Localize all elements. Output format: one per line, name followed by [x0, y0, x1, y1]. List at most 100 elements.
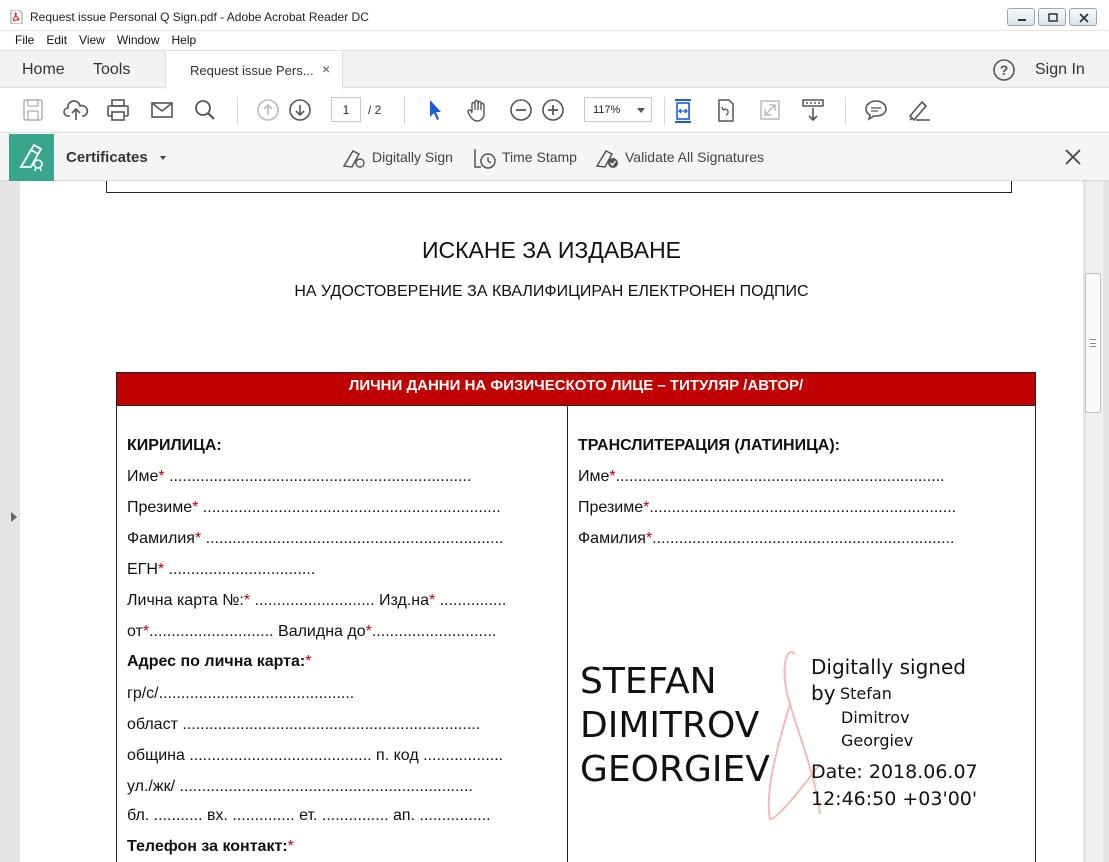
tab-tools[interactable]: Tools	[93, 61, 130, 79]
latin-heading: ТРАНСЛИТЕРАЦИЯ (ЛАТИНИЦА):	[578, 437, 840, 454]
menu-edit[interactable]: Edit	[40, 31, 73, 50]
table-rule	[117, 405, 1035, 406]
page-up-icon[interactable]	[256, 98, 280, 122]
full-screen-icon[interactable]	[758, 98, 782, 122]
time-stamp-icon[interactable]	[472, 146, 498, 170]
field-surname-cyr: Фамилия* ...............................…	[127, 530, 504, 547]
field-name-cyr: Име* ...................................…	[127, 468, 472, 485]
close-icon[interactable]	[1063, 147, 1083, 167]
field-id-card: Лична карта №:* ........................…	[127, 592, 507, 609]
signer-name-line2: DIMITROV	[580, 705, 760, 746]
toolbar-separator	[845, 97, 846, 125]
signed-by-label: by	[811, 681, 836, 705]
previous-table-border: · · · | · · ·	[106, 181, 1012, 193]
certificates-toolbar: Certificates Digitally Sign Time Stamp V…	[0, 134, 1109, 181]
field-region: област .................................…	[127, 716, 481, 733]
zoom-in-icon[interactable]	[541, 98, 565, 122]
signer-name-line3: GEORGIEV	[580, 749, 770, 790]
hand-icon[interactable]	[465, 98, 491, 124]
signature-date: Date: 2018.06.07	[811, 761, 978, 783]
menu-view[interactable]: View	[73, 31, 111, 50]
window-controls	[1007, 8, 1097, 26]
document-subtitle: НА УДОСТОВЕРЕНИЕ ЗА КВАЛИФИЦИРАН ЕЛЕКТРО…	[294, 283, 809, 300]
column-divider	[567, 405, 568, 862]
cyrillic-heading: КИРИЛИЦА:	[127, 437, 222, 454]
scroll-grip-icon	[1090, 339, 1096, 347]
toolbar-separator	[237, 97, 238, 125]
document-workspace: · · · | · · · ИСКАНЕ ЗА ИЗДАВАНЕ НА УДОС…	[0, 181, 1109, 862]
tab-home[interactable]: Home	[22, 61, 65, 79]
highlight-pen-icon[interactable]	[906, 98, 932, 122]
expand-panel-arrow-icon[interactable]	[11, 512, 17, 522]
field-municipality: община .................................…	[127, 747, 504, 764]
upload-cloud-icon[interactable]	[63, 98, 89, 122]
time-stamp-button[interactable]: Time Stamp	[502, 149, 577, 165]
menu-window[interactable]: Window	[111, 31, 166, 50]
window-title-bar: Request issue Personal Q Sign.pdf - Adob…	[0, 0, 1109, 31]
search-icon[interactable]	[193, 98, 217, 122]
certificates-tool-badge	[9, 134, 54, 181]
field-issue-dates: от*............................ Валидна …	[127, 623, 497, 640]
certificates-menu[interactable]: Certificates	[66, 149, 148, 166]
help-icon[interactable]: ?	[993, 59, 1015, 81]
signature-time: 12:46:50 +03'00'	[811, 788, 978, 810]
main-toolbar	[0, 89, 1109, 133]
digitally-sign-button[interactable]: Digitally Sign	[372, 149, 453, 165]
signer-middle-name: Dimitrov	[841, 708, 910, 727]
document-tab-label: Request issue Pers...	[190, 63, 314, 78]
sign-in-link[interactable]: Sign In	[1035, 61, 1085, 79]
restore-icon	[1048, 13, 1058, 22]
fit-width-icon[interactable]	[672, 98, 694, 124]
menu-bar: File Edit View Window Help	[0, 31, 1109, 50]
close-window-button[interactable]	[1069, 8, 1097, 26]
field-block: бл. ........... вх. .............. ет. .…	[127, 807, 491, 824]
restore-button[interactable]	[1038, 8, 1066, 26]
tabs-bar: Home Tools Request issue Pers... × ? Sig…	[0, 50, 1109, 89]
page-total: / 2	[368, 103, 382, 117]
scroll-mode-icon[interactable]	[800, 98, 826, 124]
pdf-page: · · · | · · · ИСКАНЕ ЗА ИЗДАВАНЕ НА УДОС…	[20, 181, 1083, 862]
rotate-page-icon[interactable]	[715, 98, 737, 124]
close-tab-icon[interactable]: ×	[322, 61, 330, 77]
section-header: ЛИЧНИ ДАННИ НА ФИЗИЧЕСКОТО ЛИЦЕ – ТИТУЛЯ…	[117, 373, 1035, 405]
signed-label: Digitally signed	[811, 655, 966, 679]
address-heading: Адрес по лична карта:*	[127, 653, 312, 670]
tab-document[interactable]: Request issue Pers... ×	[165, 51, 343, 89]
digital-signature[interactable]: STEFAN DIMITROV GEORGIEV Digitally signe…	[580, 655, 980, 821]
field-middle-lat: Презиме*................................…	[578, 499, 957, 516]
zoom-value: 117%	[593, 104, 621, 116]
chevron-down-icon	[637, 108, 645, 113]
scrollbar-thumb[interactable]	[1085, 273, 1101, 413]
page-down-icon[interactable]	[288, 98, 312, 122]
email-icon[interactable]	[150, 98, 174, 122]
select-cursor-icon[interactable]	[425, 98, 445, 122]
comment-icon[interactable]	[864, 98, 888, 122]
page-number-input[interactable]: 1	[331, 97, 361, 122]
field-egn: ЕГН* .................................	[127, 561, 316, 578]
signer-name-line1: STEFAN	[580, 661, 717, 702]
minimize-button[interactable]	[1007, 8, 1035, 26]
minimize-icon	[1018, 19, 1026, 21]
svg-text:?: ?	[1000, 62, 1009, 78]
menu-help[interactable]: Help	[166, 31, 203, 50]
close-icon	[1079, 13, 1089, 23]
toolbar-separator	[404, 97, 405, 125]
acrobat-pdf-icon	[10, 10, 23, 24]
chevron-down-icon[interactable]	[160, 156, 166, 160]
signer-last-name: Georgiev	[841, 731, 914, 750]
validate-all-signatures-button[interactable]: Validate All Signatures	[625, 149, 764, 165]
certificate-pen-icon	[19, 143, 43, 172]
validate-signatures-icon[interactable]	[594, 146, 620, 170]
digital-sign-pen-icon[interactable]	[341, 146, 367, 170]
field-street: ул./жк/ ................................…	[127, 778, 473, 795]
window-title: Request issue Personal Q Sign.pdf - Adob…	[30, 10, 369, 24]
menu-file[interactable]: File	[9, 31, 40, 50]
document-title: ИСКАНЕ ЗА ИЗДАВАНЕ	[421, 237, 682, 263]
field-city: гр/с/...................................…	[127, 685, 355, 702]
save-icon[interactable]	[22, 98, 44, 122]
toolbar-separator	[664, 97, 665, 125]
zoom-out-icon[interactable]	[509, 98, 533, 122]
print-icon[interactable]	[106, 98, 130, 122]
zoom-select[interactable]: 117%	[584, 97, 652, 122]
field-name-lat: Име*....................................…	[578, 468, 945, 485]
